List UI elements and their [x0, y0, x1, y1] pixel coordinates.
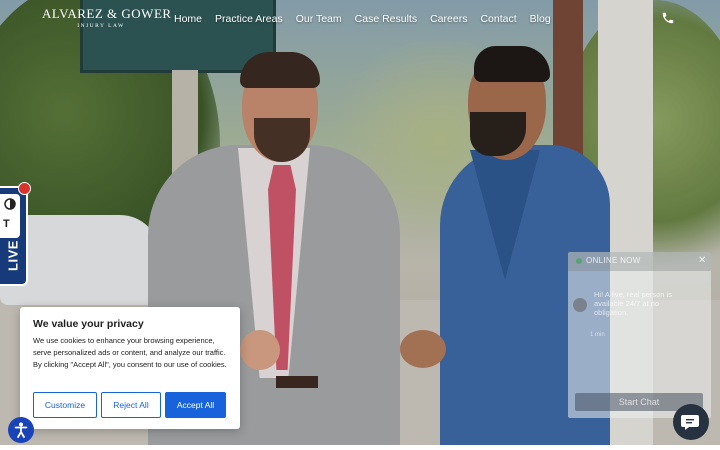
nav-our-team[interactable]: Our Team: [296, 13, 342, 25]
cookie-title: We value your privacy: [33, 318, 144, 330]
chat-bubble-icon: [681, 415, 699, 430]
main-nav: Home Practice Areas Our Team Case Result…: [174, 13, 551, 25]
live-chat-widget: ONLINE NOW ✕ Hi! A live, real person is …: [568, 252, 711, 418]
agent-avatar: [573, 298, 587, 312]
logo-tagline: INJURY LAW: [77, 23, 125, 29]
phone-icon[interactable]: [661, 11, 675, 25]
accept-all-button[interactable]: Accept All: [165, 392, 226, 418]
contrast-icon[interactable]: [4, 198, 16, 210]
nav-practice-areas[interactable]: Practice Areas: [215, 13, 283, 25]
chat-message: Hi! A live, real person is available 24/…: [594, 290, 672, 317]
nav-home[interactable]: Home: [174, 13, 202, 25]
nav-careers[interactable]: Careers: [430, 13, 467, 25]
live-label[interactable]: LIVE: [6, 239, 21, 273]
customize-button[interactable]: Customize: [33, 392, 97, 418]
nav-blog[interactable]: Blog: [530, 13, 551, 25]
cookie-consent-banner: We value your privacy We use cookies to …: [20, 307, 240, 429]
cookie-description: We use cookies to enhance your browsing …: [33, 336, 227, 369]
chat-status: ONLINE NOW: [586, 256, 641, 265]
text-size-icon[interactable]: T: [3, 218, 10, 230]
accessibility-button[interactable]: [8, 417, 34, 443]
chat-timestamp: 1 min: [590, 332, 605, 338]
chat-launcher[interactable]: [673, 404, 709, 440]
reject-all-button[interactable]: Reject All: [101, 392, 161, 418]
accessibility-icon: [14, 422, 28, 438]
logo-name: ALVAREZ & GOWER: [42, 6, 172, 21]
close-icon[interactable]: ✕: [698, 255, 706, 266]
online-status-dot: [576, 258, 582, 264]
notification-badge: [18, 182, 31, 195]
nav-case-results[interactable]: Case Results: [355, 13, 417, 25]
site-logo[interactable]: ALVAREZ & GOWER INJURY LAW: [42, 6, 172, 29]
nav-contact[interactable]: Contact: [480, 13, 516, 25]
